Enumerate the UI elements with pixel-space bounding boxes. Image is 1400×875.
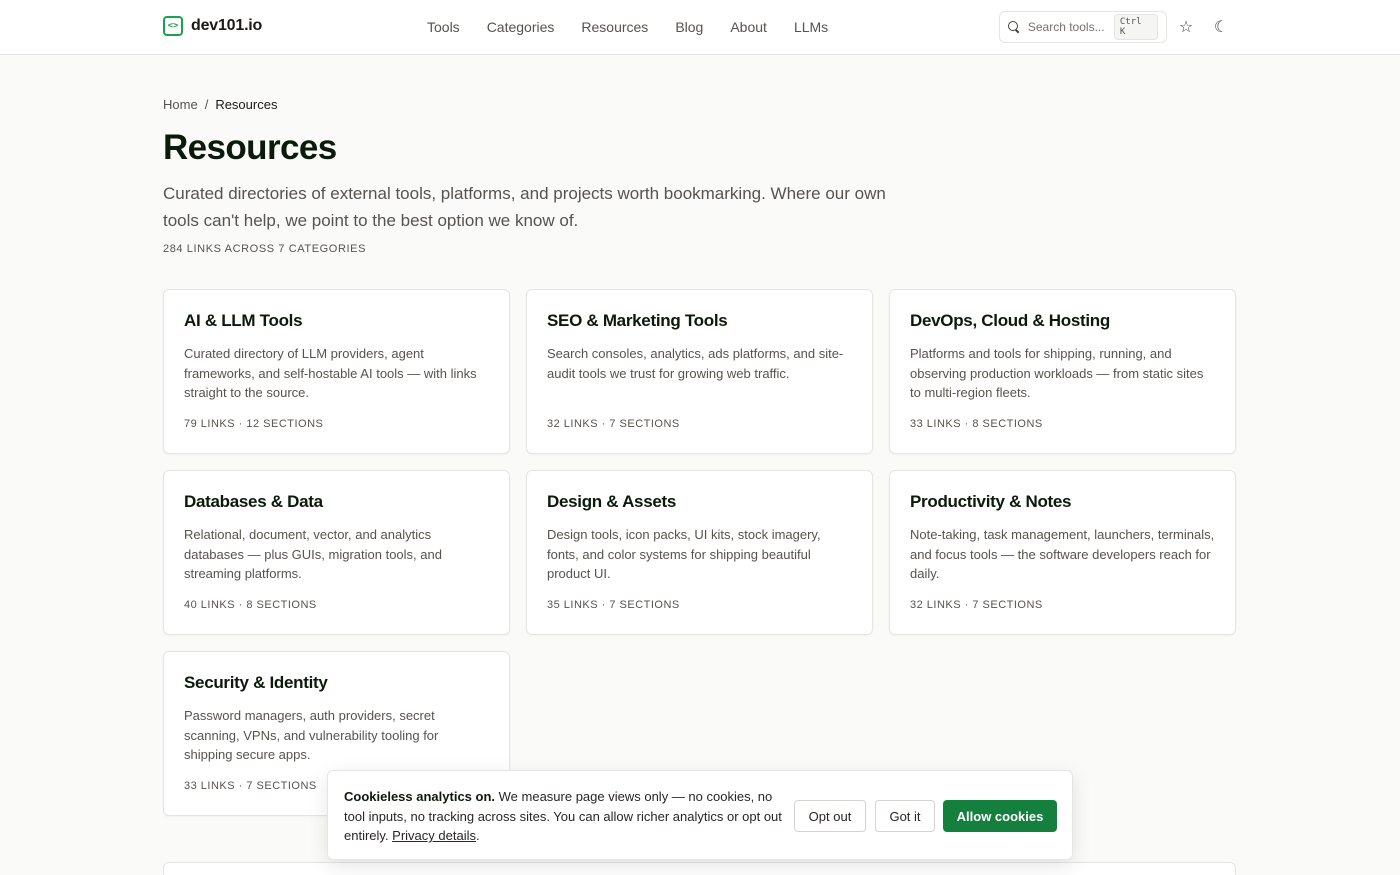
nav-categories[interactable]: Categories: [487, 18, 555, 36]
brand-logo-link[interactable]: <> dev101.io: [163, 16, 262, 36]
card-meta: 33 LINKS · 7 SECTIONS: [184, 780, 317, 792]
link-stats: 284 LINKS ACROSS 7 CATEGORIES: [163, 243, 367, 255]
resource-card-ai-llm[interactable]: AI & LLM Tools Curated directory of LLM …: [163, 289, 510, 454]
brand-name: dev101.io: [191, 17, 263, 34]
breadcrumb-current: Resources: [215, 97, 278, 112]
resource-card-design[interactable]: Design & Assets Design tools, icon packs…: [526, 470, 873, 635]
card-description: Curated directory of LLM providers, agen…: [184, 346, 477, 400]
resource-card-productivity[interactable]: Productivity & Notes Note-taking, task m…: [889, 470, 1236, 635]
card-meta: 79 LINKS · 12 SECTIONS: [184, 418, 324, 430]
resource-card-seo-marketing[interactable]: SEO & Marketing Tools Search consoles, a…: [526, 289, 873, 454]
main-nav: Tools Categories Resources Blog About LL…: [427, 18, 855, 36]
privacy-details-link[interactable]: Privacy details: [392, 828, 476, 843]
moon-icon: ☾: [1213, 19, 1229, 36]
next-section-edge: [163, 862, 1236, 875]
opt-out-button[interactable]: Opt out: [794, 800, 866, 832]
card-title: DevOps, Cloud & Hosting: [910, 311, 1110, 330]
cookie-lead: Cookieless analytics on.: [344, 789, 496, 804]
breadcrumb-separator: /: [204, 97, 209, 112]
card-description: Design tools, icon packs, UI kits, stock…: [547, 527, 821, 581]
cookie-message: Cookieless analytics on. We measure page…: [344, 787, 784, 846]
cookie-tail: .: [475, 828, 480, 843]
page-title: Resources: [163, 128, 337, 167]
card-meta: 32 LINKS · 7 SECTIONS: [547, 418, 680, 430]
top-navbar: <> dev101.io Tools Categories Resources …: [0, 0, 1400, 55]
search-box[interactable]: Ctrl K: [999, 11, 1167, 43]
card-title: Design & Assets: [547, 492, 677, 511]
favorites-button[interactable]: ☆: [1175, 16, 1197, 38]
card-meta: 40 LINKS · 8 SECTIONS: [184, 599, 317, 611]
search-shortcut-badge: Ctrl K: [1113, 14, 1158, 40]
card-description: Search consoles, analytics, ads platform…: [547, 346, 844, 381]
nav-tools[interactable]: Tools: [427, 18, 460, 36]
card-description: Platforms and tools for shipping, runnin…: [910, 346, 1204, 400]
nav-resources[interactable]: Resources: [581, 18, 648, 36]
nav-blog[interactable]: Blog: [675, 18, 703, 36]
page-intro: Curated directories of external tools, p…: [163, 184, 886, 230]
breadcrumb-home[interactable]: Home: [163, 97, 198, 112]
search-icon: [1008, 21, 1020, 33]
resource-card-databases[interactable]: Databases & Data Relational, document, v…: [163, 470, 510, 635]
nav-llms[interactable]: LLMs: [794, 18, 828, 36]
card-meta: 33 LINKS · 8 SECTIONS: [910, 418, 1043, 430]
card-description: Password managers, auth providers, secre…: [184, 708, 439, 762]
search-input[interactable]: [1027, 20, 1106, 34]
resource-card-devops[interactable]: DevOps, Cloud & Hosting Platforms and to…: [889, 289, 1236, 454]
allow-cookies-button[interactable]: Allow cookies: [943, 800, 1057, 832]
got-it-button[interactable]: Got it: [875, 800, 935, 832]
card-title: Productivity & Notes: [910, 492, 1072, 511]
card-meta: 32 LINKS · 7 SECTIONS: [910, 599, 1043, 611]
cookie-banner: Cookieless analytics on. We measure page…: [327, 770, 1073, 860]
nav-about[interactable]: About: [730, 18, 767, 36]
breadcrumb: Home / Resources: [163, 97, 277, 112]
card-meta: 35 LINKS · 7 SECTIONS: [547, 599, 680, 611]
star-icon: ☆: [1178, 19, 1194, 36]
card-description: Relational, document, vector, and analyt…: [184, 527, 442, 581]
code-brackets-icon: <>: [163, 16, 183, 36]
card-title: Databases & Data: [184, 492, 323, 511]
card-title: SEO & Marketing Tools: [547, 311, 728, 330]
card-description: Note-taking, task management, launchers,…: [910, 527, 1215, 581]
card-title: Security & Identity: [184, 673, 328, 692]
theme-toggle-button[interactable]: ☾: [1210, 16, 1232, 38]
card-title: AI & LLM Tools: [184, 311, 303, 330]
